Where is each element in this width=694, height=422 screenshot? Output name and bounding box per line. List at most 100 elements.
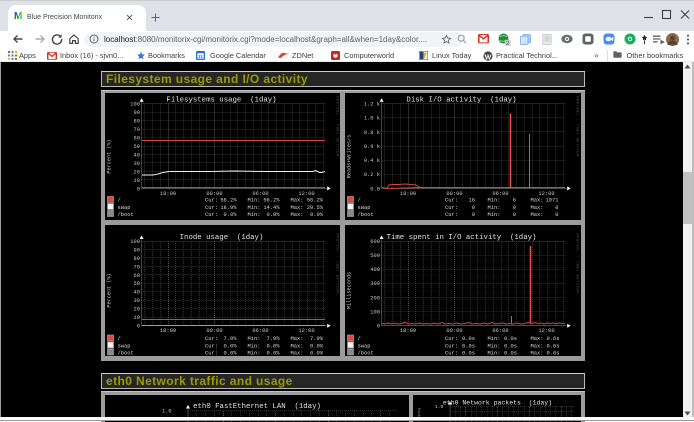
svg-text:00:00: 00:00 [206, 328, 222, 334]
svg-text:50: 50 [134, 144, 140, 150]
svg-text:12:00: 12:00 [538, 328, 554, 334]
svg-text:06:00: 06:00 [252, 191, 268, 197]
svg-text:20.5%: 20.5% [307, 205, 324, 211]
svg-text:Max:: Max: [531, 350, 544, 356]
svg-text:Max:: Max: [531, 205, 544, 211]
svg-text:Min:: Min: [488, 198, 501, 204]
svg-text:Inode usage (1day): Inode usage (1day) [180, 234, 264, 242]
svg-text:12:00: 12:00 [298, 191, 314, 197]
svg-text:Min:: Min: [488, 343, 501, 349]
svg-text:0.0s: 0.0s [462, 350, 475, 356]
svg-text:Percent (%): Percent (%) [107, 139, 113, 173]
svg-text:1.0 k: 1.0 k [364, 116, 380, 122]
svg-text:Max:: Max: [531, 198, 544, 204]
svg-text:30: 30 [134, 161, 140, 167]
svg-text:Min:: Min: [248, 205, 261, 211]
svg-text:0.0%: 0.0% [224, 343, 238, 349]
svg-text:0.0s: 0.0s [462, 336, 475, 342]
svg-text:0.6 k: 0.6 k [364, 144, 380, 150]
svg-text:400: 400 [370, 267, 380, 273]
svg-text:Cur:: Cur: [445, 343, 458, 349]
svg-text:56.2%: 56.2% [307, 198, 324, 204]
svg-text:Min:: Min: [248, 336, 261, 342]
svg-text:70: 70 [134, 264, 140, 270]
svg-text:/: / [118, 336, 121, 342]
svg-text:0.0%: 0.0% [310, 212, 324, 218]
svg-text:eth0 Network packets (1day): eth0 Network packets (1day) [443, 399, 552, 406]
svg-text:10: 10 [134, 178, 140, 184]
svg-text:Reads+Writes/s: Reads+Writes/s [347, 135, 353, 179]
svg-text:30: 30 [134, 298, 140, 304]
svg-text:0.6s: 0.6s [547, 336, 560, 342]
svg-text:0: 0 [513, 205, 516, 211]
svg-text:2: 2 [506, 41, 509, 46]
svg-text:14.4%: 14.4% [263, 205, 280, 211]
svg-text:Max:: Max: [291, 198, 304, 204]
svg-text:7.9%: 7.9% [224, 336, 238, 342]
svg-text:Min:: Min: [248, 198, 261, 204]
svg-text:80: 80 [134, 119, 140, 125]
svg-text:100: 100 [130, 239, 140, 245]
svg-text:M: M [14, 11, 22, 20]
svg-text:0: 0 [472, 212, 475, 218]
svg-text:80: 80 [134, 256, 140, 262]
svg-text:1.2 k: 1.2 k [364, 102, 380, 108]
svg-text:/: / [358, 198, 361, 204]
svg-text:Cur:: Cur: [445, 198, 458, 204]
svg-text:0.0: 0.0 [370, 187, 380, 193]
svg-text:RRDTOOL / TOBI OETIKER: RRDTOOL / TOBI OETIKER [335, 233, 340, 294]
svg-text:20: 20 [134, 306, 140, 312]
svg-text:0.0%: 0.0% [224, 350, 238, 356]
svg-text:Percent (%): Percent (%) [107, 273, 113, 307]
svg-text:Min:: Min: [248, 343, 261, 349]
svg-text:Min:: Min: [248, 350, 261, 356]
svg-text:Max:: Max: [291, 336, 304, 342]
svg-text:0.0s: 0.0s [504, 350, 517, 356]
svg-text:/boot: /boot [118, 212, 134, 218]
svg-text:eth0 FastEthernet LAN (1day): eth0 FastEthernet LAN (1day) [193, 402, 321, 410]
svg-text:0.0%: 0.0% [224, 212, 238, 218]
svg-text:Cur:: Cur: [205, 205, 218, 211]
svg-text:0.8 k: 0.8 k [364, 130, 380, 136]
svg-text:0: 0 [137, 323, 140, 329]
svg-text:18:00: 18:00 [160, 191, 176, 197]
svg-text:0.0%: 0.0% [267, 212, 281, 218]
svg-text:Cur:: Cur: [205, 212, 218, 218]
svg-text:6: 6 [513, 198, 516, 204]
svg-text:00:00: 00:00 [446, 328, 462, 334]
svg-text:0.0%: 0.0% [267, 350, 281, 356]
svg-text:Cur:: Cur: [445, 205, 458, 211]
svg-text:56.2%: 56.2% [263, 198, 280, 204]
svg-text:1.0: 1.0 [435, 404, 444, 410]
svg-text:Min:: Min: [488, 336, 501, 342]
svg-text:60: 60 [134, 273, 140, 279]
svg-text:/: / [118, 198, 121, 204]
svg-text:Min:: Min: [248, 212, 261, 218]
svg-text:20: 20 [134, 170, 140, 176]
svg-text:18:00: 18:00 [160, 328, 176, 334]
svg-text:swap: swap [118, 205, 131, 211]
svg-text:50: 50 [134, 281, 140, 287]
svg-text:0: 0 [137, 187, 140, 193]
svg-text:Max:: Max: [291, 205, 304, 211]
svg-text:600: 600 [370, 239, 380, 245]
svg-text:Cur:: Cur: [445, 212, 458, 218]
svg-text:0.4 k: 0.4 k [364, 158, 380, 164]
svg-text:200: 200 [370, 295, 380, 301]
svg-text:/boot: /boot [358, 350, 374, 356]
svg-text:Max:: Max: [531, 336, 544, 342]
svg-text:Min:: Min: [488, 212, 501, 218]
svg-text:40: 40 [134, 289, 140, 295]
svg-text:/boot: /boot [358, 212, 374, 218]
svg-text:0: 0 [513, 212, 516, 218]
svg-text:/boot: /boot [118, 350, 134, 356]
svg-text:00:00: 00:00 [206, 191, 222, 197]
svg-text:0.0%: 0.0% [310, 343, 324, 349]
svg-text:00:00: 00:00 [446, 191, 462, 197]
svg-text:1.0: 1.0 [162, 408, 171, 414]
svg-text:0.0s: 0.0s [547, 343, 560, 349]
svg-text:0.0s: 0.0s [547, 350, 560, 356]
svg-text:0.0s: 0.0s [462, 343, 475, 349]
svg-text:0: 0 [377, 323, 380, 329]
svg-text:Min:: Min: [488, 350, 501, 356]
